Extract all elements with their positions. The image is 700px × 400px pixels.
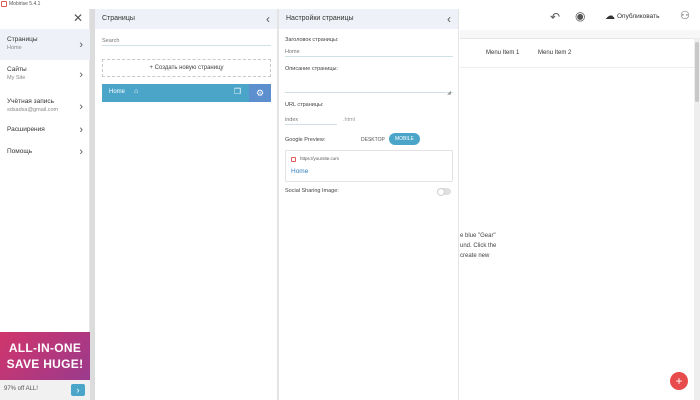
pages-panel: Страницы ‹ + Создать новую страницу Home… [95,9,278,400]
promo-offer-bar: 97% off ALL! › [0,380,90,400]
sidebar-item-help[interactable]: Помощь › [0,145,90,159]
social-image-label: Social Sharing Image: [285,188,339,194]
publish-button[interactable]: ☁ Опубликовать [605,11,660,22]
page-title-label: Заголовок страницы: [285,37,339,43]
chevron-right-icon: › [79,101,83,113]
copy-icon[interactable]: ❐ [234,87,241,96]
sidebar-item-label: Сайты [7,66,27,73]
resize-grip-icon[interactable]: ◢ [447,90,451,96]
page-title-field[interactable] [285,47,453,57]
site-preview: Menu Item 1 Menu Item 2 e blue "Gear" un… [460,38,694,400]
sidebar-item-label: Учётная запись [7,98,55,105]
publish-label: Опубликовать [617,13,660,21]
social-image-toggle[interactable] [437,187,451,196]
hint-line: create new [460,253,490,259]
pages-panel-title: Страницы [102,15,135,22]
hint-line: e blue "Gear" [460,233,496,239]
sidebar-item-sub: Home [7,45,22,51]
sidebar-item-label: Помощь [7,148,33,155]
description-label: Описание страницы: [285,66,338,72]
scrollbar-thumb[interactable] [695,42,699,102]
sidebar-item-account[interactable]: Учётная запись sdsadsa@gmail.com › [0,93,90,121]
menu-item-2[interactable]: Menu Item 2 [538,50,571,56]
chevron-right-icon: › [79,146,83,158]
favicon-icon [291,157,296,162]
preview-title: Home [291,168,309,175]
search-input[interactable] [102,36,271,46]
add-block-button[interactable]: + [670,372,688,390]
chevron-left-icon[interactable]: ‹ [266,12,270,26]
sidebar-item-extensions[interactable]: Расширения › [0,123,90,137]
chevron-left-icon[interactable]: ‹ [447,12,451,26]
google-preview-card: https://yoursite.com Home [285,150,453,182]
promo-line-2: SAVE HUGE! [6,357,84,371]
eye-icon[interactable]: ◉ [575,9,585,23]
chevron-right-icon: › [79,124,83,136]
canvas-scrollbar[interactable] [694,38,700,400]
sidebar-item-sub: My Site [7,75,26,81]
top-toolbar: ↶ ◉ ☁ Опубликовать ⚇ [460,0,700,30]
promo-offer-text: 97% off ALL! [4,386,38,392]
chevron-right-icon: › [79,69,83,81]
close-icon[interactable]: ✕ [73,12,83,24]
page-item-home[interactable]: Home ⌂ ❐ ⚙ [102,84,271,102]
gear-icon[interactable]: ⚙ [249,84,271,102]
create-page-button[interactable]: + Создать новую страницу [102,59,271,77]
toggle-knob [437,187,445,196]
arrow-right-icon[interactable]: › [71,384,85,396]
preview-url: https://yoursite.com [300,156,340,161]
hint-text: e blue "Gear" und. Click the create new [460,231,694,261]
tab-desktop[interactable]: DESKTOP [356,135,390,145]
description-field[interactable] [285,77,453,93]
url-field[interactable] [285,115,337,125]
chevron-right-icon: › [79,38,83,51]
app-logo-icon [1,1,7,7]
cloud-upload-icon: ☁ [605,11,615,22]
page-name: Home [109,89,126,95]
settings-panel-header: Настройки страницы ‹ [279,9,458,29]
sidebar-item-label: Расширения [7,126,45,133]
main-sidebar: ✕ Страницы Home › Сайты My Site › Учётна… [0,9,90,400]
window-title: Mobirise 5.4.1 [9,1,41,7]
blocks-icon[interactable]: ⚇ [680,9,690,22]
promo-banner[interactable]: ALL-IN-ONE SAVE HUGE! [0,332,90,380]
google-preview-label: Google Preview: [285,137,326,143]
settings-panel-title: Настройки страницы [286,15,354,22]
undo-icon[interactable]: ↶ [550,10,560,24]
sidebar-item-sub: sdsadsa@gmail.com [7,107,59,113]
sidebar-item-label: Страницы [7,36,38,43]
pages-panel-header: Страницы ‹ [95,9,277,29]
home-icon: ⌂ [134,88,139,95]
menu-item-1[interactable]: Menu Item 1 [486,50,519,56]
hint-line: und. Click the [460,243,497,249]
menu-divider [460,67,694,68]
tab-mobile[interactable]: MOBILE [389,133,420,145]
url-label: URL страницы: [285,102,324,108]
promo-line-1: ALL-IN-ONE [8,341,82,355]
sidebar-item-pages[interactable]: Страницы Home › [0,29,90,60]
url-extension: .html [343,117,355,123]
sidebar-item-sites[interactable]: Сайты My Site › [0,61,90,89]
page-settings-panel: Настройки страницы ‹ Заголовок страницы:… [278,9,459,400]
